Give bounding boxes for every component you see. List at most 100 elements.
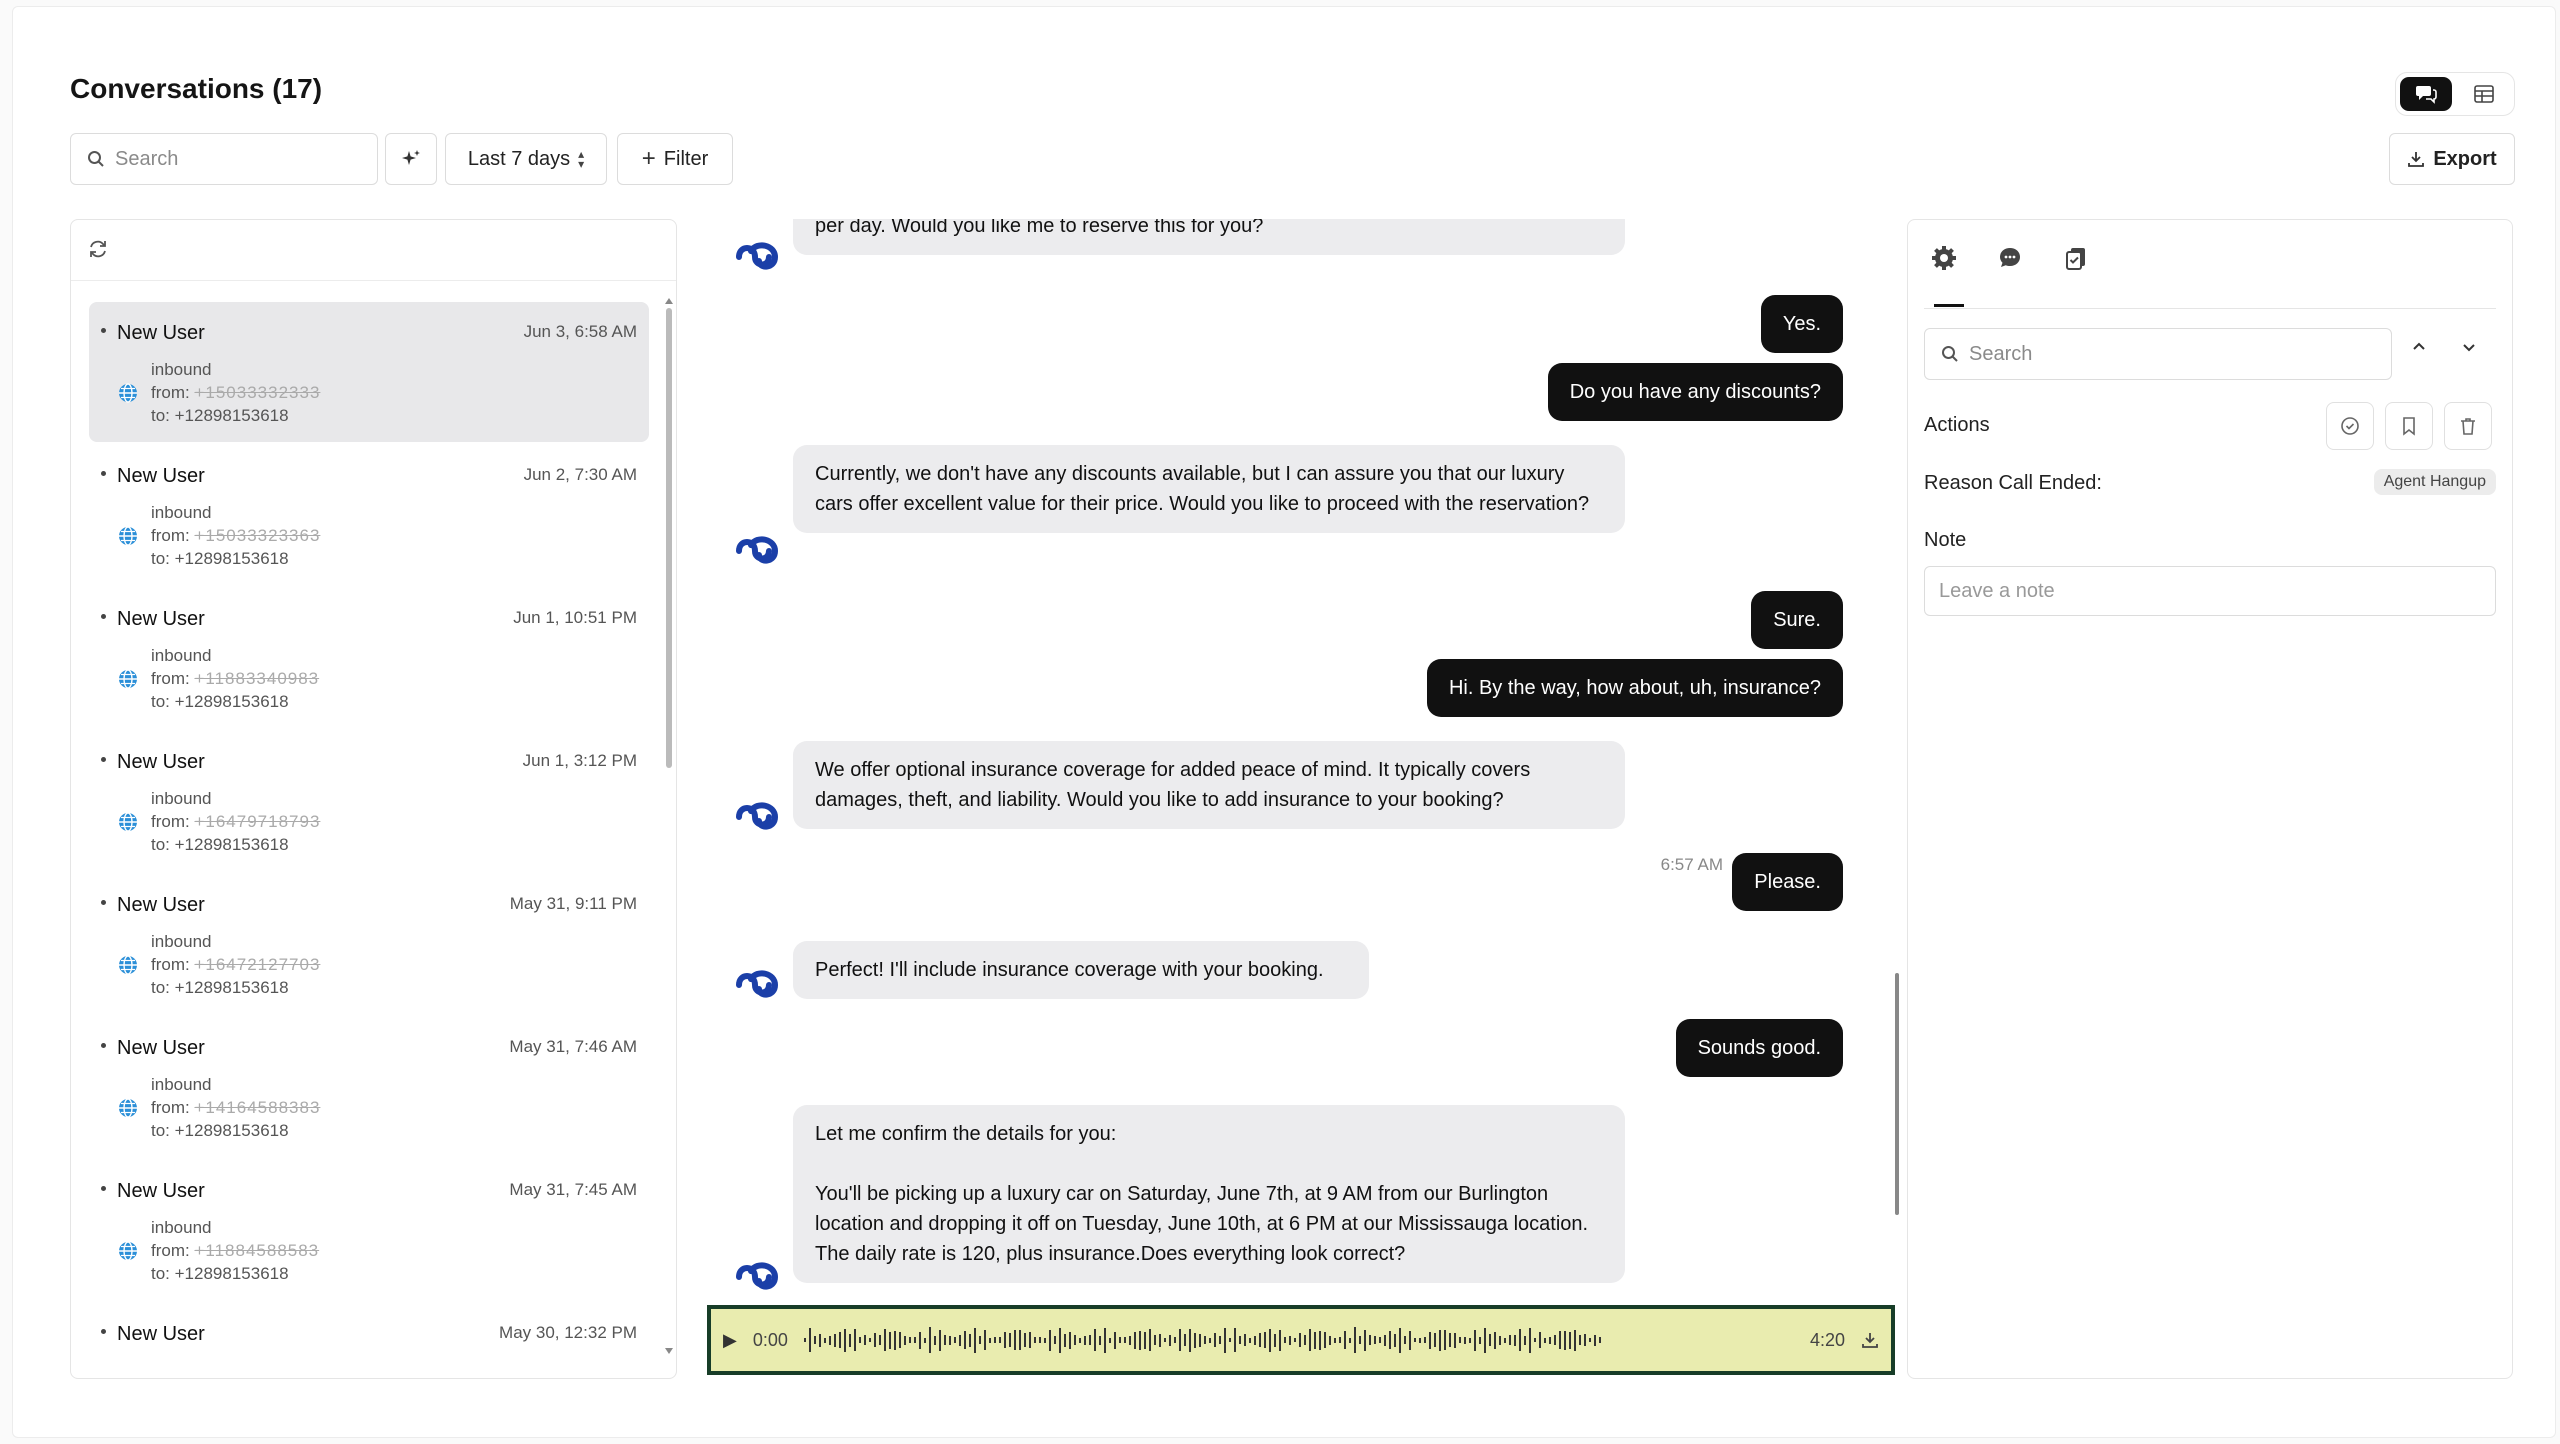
conversation-list: New User Jun 3, 6:58 AM inbound from: +1503… bbox=[89, 302, 649, 1378]
waveform-bar bbox=[1538, 1332, 1541, 1348]
user-message: Yes. bbox=[1760, 295, 1843, 353]
waveform-bar bbox=[1093, 1329, 1096, 1351]
masked-phone: +11884588583 bbox=[194, 1241, 320, 1260]
audio-current-time: 0:00 bbox=[752, 1329, 788, 1350]
search-icon bbox=[1942, 346, 1958, 362]
conversation-row[interactable]: New User May 31, 7:46 AM inbound from: +141… bbox=[89, 1017, 649, 1157]
waveform-bar bbox=[873, 1333, 876, 1347]
masked-phone: +15033323363 bbox=[194, 526, 321, 545]
status-dot bbox=[101, 1043, 106, 1048]
bot-message: Currently, we don't have any discounts a… bbox=[793, 445, 1625, 533]
note-input[interactable]: Leave a note bbox=[1924, 566, 2496, 616]
waveform-bar bbox=[1288, 1335, 1291, 1345]
details-search-input[interactable]: Search bbox=[1924, 328, 2392, 380]
chevron-up-icon[interactable] bbox=[2410, 338, 2428, 362]
waveform-bar bbox=[843, 1328, 846, 1352]
waveform-bar bbox=[1063, 1333, 1066, 1347]
waveform-bar bbox=[968, 1333, 971, 1347]
waveform-bar bbox=[1533, 1338, 1536, 1342]
status-dot bbox=[101, 614, 106, 619]
waveform-bar bbox=[1578, 1335, 1581, 1345]
conversation-from: from: +15033332333 bbox=[151, 383, 320, 403]
status-dot bbox=[101, 900, 106, 905]
waveform-bar bbox=[1318, 1330, 1321, 1350]
conversation-from: from: +15033323363 bbox=[151, 526, 320, 546]
conversation-name: New User bbox=[117, 1037, 205, 1059]
conversation-row[interactable]: New User Jun 1, 10:51 PM inbound from: +118… bbox=[89, 588, 649, 728]
waveform-bar bbox=[1388, 1331, 1391, 1349]
chevron-down-icon[interactable] bbox=[2460, 338, 2478, 362]
waveform-bar bbox=[853, 1329, 856, 1351]
assistant-logo-icon bbox=[733, 237, 781, 273]
conversation-row[interactable]: New User Jun 2, 7:30 AM inbound from: +1503… bbox=[89, 445, 649, 585]
waveform-bar bbox=[1478, 1336, 1481, 1344]
waveform-bar bbox=[1168, 1334, 1171, 1346]
audio-player: ▶ 0:00 4:20 bbox=[707, 1305, 1895, 1375]
delete-button[interactable] bbox=[2444, 402, 2492, 450]
waveform-bar bbox=[1293, 1338, 1296, 1342]
download-icon[interactable] bbox=[1861, 1331, 1879, 1349]
updown-chevron-icon: ▴ ▾ bbox=[578, 147, 585, 171]
play-icon[interactable]: ▶ bbox=[723, 1330, 737, 1351]
date-range-select[interactable]: Last 7 days ▴ ▾ bbox=[445, 133, 607, 185]
waveform-bar bbox=[848, 1333, 851, 1347]
waveform-bar bbox=[1568, 1331, 1571, 1349]
waveform-bar bbox=[963, 1331, 966, 1349]
table-view-button[interactable] bbox=[2458, 77, 2510, 111]
from-label: from: bbox=[151, 1241, 190, 1260]
waveform-bar bbox=[1198, 1333, 1201, 1347]
waveform-bar bbox=[1418, 1337, 1421, 1343]
waveform-bar bbox=[1368, 1335, 1371, 1345]
chat-scrollbar[interactable] bbox=[1895, 973, 1899, 1215]
conversation-row[interactable]: New User May 31, 9:11 PM inbound from: +164… bbox=[89, 874, 649, 1014]
chat-message-icon[interactable] bbox=[1996, 244, 2024, 277]
audio-waveform[interactable] bbox=[803, 1325, 1794, 1355]
waveform-bar bbox=[1513, 1334, 1516, 1346]
task-check-icon[interactable] bbox=[2062, 244, 2090, 277]
waveform-bar bbox=[1258, 1333, 1261, 1347]
waveform-bar bbox=[938, 1329, 941, 1351]
conversation-to: to: +12898153618 bbox=[151, 835, 289, 854]
search-input[interactable]: Search bbox=[70, 133, 378, 185]
chat-view-button[interactable] bbox=[2400, 77, 2452, 111]
waveform-bar bbox=[1408, 1330, 1411, 1350]
waveform-bar bbox=[933, 1335, 936, 1345]
from-label: from: bbox=[151, 383, 190, 402]
resolve-button[interactable] bbox=[2326, 402, 2374, 450]
waveform-bar bbox=[1238, 1336, 1241, 1344]
conversation-to: to: +12898153618 bbox=[151, 1264, 289, 1283]
filter-button[interactable]: + Filter bbox=[617, 133, 733, 185]
search-placeholder: Search bbox=[115, 147, 179, 170]
waveform-bar bbox=[1268, 1328, 1271, 1352]
waveform-bar bbox=[1078, 1337, 1081, 1343]
masked-phone: +14164588383 bbox=[194, 1098, 321, 1117]
conversation-row[interactable]: New User Jun 3, 6:58 AM inbound from: +1503… bbox=[89, 302, 649, 442]
from-label: from: bbox=[151, 1098, 190, 1117]
globe-icon bbox=[117, 525, 139, 552]
audio-duration: 4:20 bbox=[1809, 1329, 1845, 1350]
waveform-bar bbox=[1173, 1337, 1176, 1343]
ai-sparkle-button[interactable] bbox=[385, 133, 437, 185]
waveform-bar bbox=[1113, 1331, 1116, 1349]
waveform-bar bbox=[1528, 1327, 1531, 1353]
conversation-row[interactable]: New User May 30, 12:32 PM bbox=[89, 1303, 649, 1378]
table-icon bbox=[2474, 85, 2494, 103]
waveform-bar bbox=[943, 1335, 946, 1345]
scroll-down-icon[interactable] bbox=[665, 1348, 673, 1354]
bot-message-line: Let me confirm the details for you: bbox=[815, 1123, 1117, 1145]
scroll-up-icon[interactable] bbox=[665, 298, 673, 304]
settings-gear-icon[interactable] bbox=[1930, 244, 1958, 277]
waveform-bar bbox=[928, 1327, 931, 1353]
list-scrollbar[interactable] bbox=[666, 308, 672, 768]
conversation-row[interactable]: New User Jun 1, 3:12 PM inbound from: +1647… bbox=[89, 731, 649, 871]
waveform-bar bbox=[1453, 1332, 1456, 1348]
waveform-bar bbox=[893, 1330, 896, 1350]
waveform-bar bbox=[828, 1335, 831, 1345]
waveform-bar bbox=[1378, 1337, 1381, 1343]
active-tab-indicator bbox=[1934, 304, 1964, 307]
masked-phone: +11883340983 bbox=[194, 669, 320, 688]
bookmark-button[interactable] bbox=[2385, 402, 2433, 450]
export-button[interactable]: Export bbox=[2389, 133, 2515, 185]
refresh-icon[interactable] bbox=[87, 238, 109, 265]
conversation-row[interactable]: New User May 31, 7:45 AM inbound from: +118… bbox=[89, 1160, 649, 1300]
